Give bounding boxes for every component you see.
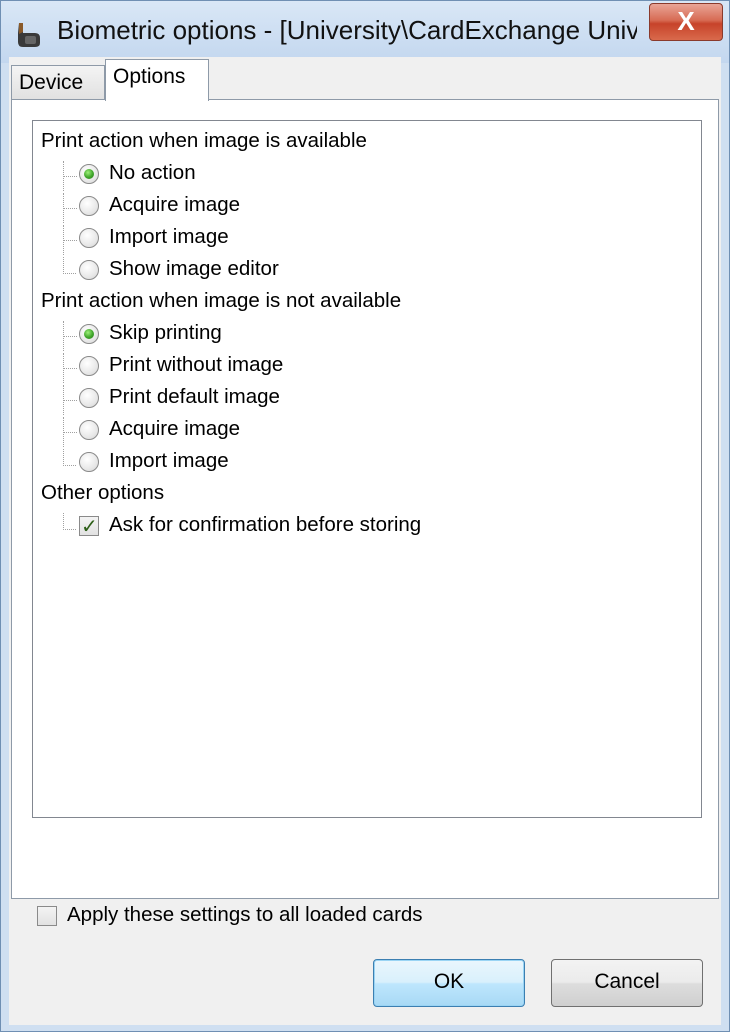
option-import-image[interactable]: Import image [63,225,683,255]
option-skip-printing[interactable]: Skip printing [63,321,683,351]
option-label: Import image [109,449,229,472]
radio[interactable] [79,388,99,408]
close-button[interactable]: X [649,3,723,41]
option-label: Ask for confirmation before storing [109,513,422,536]
radio[interactable] [79,356,99,376]
dialog-window: Biometric options - [University\CardExch… [0,0,730,1032]
cancel-button[interactable]: Cancel [551,959,703,1007]
radio[interactable] [79,228,99,248]
radio[interactable] [79,260,99,280]
group-title-other-options: Other options [41,481,165,504]
tab-device[interactable]: Device [11,65,105,99]
option-no-action[interactable]: No action [63,161,683,191]
option-acquire-image-2[interactable]: Acquire image [63,417,683,447]
radio[interactable] [79,196,99,216]
radio[interactable] [79,420,99,440]
client-area: Device Options Print action when image i… [9,57,721,1025]
window-title: Biometric options - [University\CardExch… [57,15,637,45]
option-label: Acquire image [109,193,241,216]
radio[interactable] [79,452,99,472]
option-label: Acquire image [109,417,241,440]
checkmark-icon: ✓ [81,516,98,538]
option-label: Show image editor [109,257,279,280]
apply-all-option[interactable]: Apply these settings to all loaded cards [37,903,537,933]
option-import-image-2[interactable]: Import image [63,449,683,479]
option-acquire-image[interactable]: Acquire image [63,193,683,223]
title-bar[interactable]: Biometric options - [University\CardExch… [1,1,729,63]
radio-checked[interactable] [79,164,99,184]
option-show-image-editor[interactable]: Show image editor [63,257,683,287]
option-ask-confirmation[interactable]: ✓ Ask for confirmation before storing [63,513,683,543]
apply-all-checkbox[interactable] [37,906,57,926]
options-tree: Print action when image is available No … [32,120,702,818]
options-tab-panel: Print action when image is available No … [11,99,719,899]
option-print-default-image[interactable]: Print default image [63,385,683,415]
tab-options[interactable]: Options [105,59,209,101]
option-label: Skip printing [109,321,222,344]
group-title-image-available: Print action when image is available [41,129,367,152]
biometric-hand-icon [18,23,40,47]
option-label: Print without image [109,353,284,376]
option-print-without-image[interactable]: Print without image [63,353,683,383]
group-title-image-not-available: Print action when image is not available [41,289,402,312]
checkbox-checked[interactable]: ✓ [79,516,99,538]
option-label: Print default image [109,385,280,408]
ok-button[interactable]: OK [373,959,525,1007]
radio-checked[interactable] [79,324,99,344]
option-label: No action [109,161,196,184]
apply-all-label: Apply these settings to all loaded cards [67,903,423,926]
option-label: Import image [109,225,229,248]
